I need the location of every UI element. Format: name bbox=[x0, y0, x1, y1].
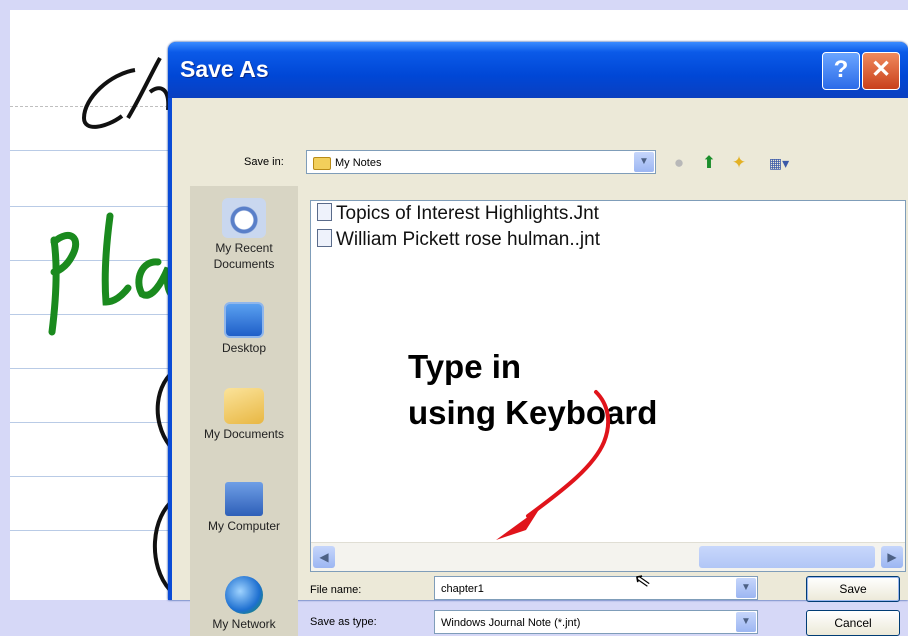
save-as-type-dropdown[interactable]: Windows Journal Note (*.jnt) ▼ bbox=[434, 610, 758, 634]
list-item[interactable]: William Pickett rose hulman..jnt bbox=[317, 229, 600, 251]
places-bar: My Recent Documents Desktop My Documents… bbox=[190, 186, 298, 636]
annotation-line-1: Type in bbox=[408, 348, 522, 385]
place-my-recent-documents[interactable]: My Recent Documents bbox=[190, 198, 298, 272]
my-network-icon bbox=[225, 576, 263, 614]
recent-documents-icon bbox=[222, 198, 266, 238]
place-my-documents[interactable]: My Documents bbox=[190, 388, 298, 442]
chevron-down-icon[interactable]: ▼ bbox=[736, 578, 756, 598]
my-documents-icon bbox=[224, 388, 264, 424]
new-folder-icon[interactable]: ✦ bbox=[728, 152, 750, 174]
cancel-button[interactable]: Cancel bbox=[806, 610, 900, 636]
file-name-value: chapter1 bbox=[441, 583, 484, 595]
save-button[interactable]: Save bbox=[806, 576, 900, 602]
annotation-line-2: using Keyboard bbox=[408, 394, 658, 431]
scroll-right-button[interactable]: ▶ bbox=[881, 546, 903, 568]
my-computer-icon bbox=[225, 482, 263, 516]
place-label: My Documents bbox=[203, 427, 285, 441]
up-folder-icon[interactable]: ⬆ bbox=[698, 152, 720, 174]
save-in-label: Save in: bbox=[244, 156, 284, 168]
views-menu-icon[interactable]: ▦▾ bbox=[762, 152, 796, 174]
file-name-input[interactable]: chapter1 ▼ bbox=[434, 576, 758, 600]
dialog-title: Save As bbox=[180, 56, 269, 82]
place-label: My Computer bbox=[207, 519, 281, 533]
desktop-icon bbox=[224, 302, 264, 338]
close-button[interactable]: ✕ bbox=[862, 52, 900, 90]
save-as-type-value: Windows Journal Note (*.jnt) bbox=[441, 617, 581, 629]
place-desktop[interactable]: Desktop bbox=[190, 302, 298, 356]
scroll-thumb[interactable] bbox=[699, 546, 875, 568]
save-as-type-label: Save as type: bbox=[310, 616, 377, 628]
journal-file-icon bbox=[317, 203, 332, 221]
back-icon[interactable]: ● bbox=[668, 152, 690, 174]
file-name-label: File name: bbox=[310, 584, 362, 596]
list-item[interactable]: Topics of Interest Highlights.Jnt bbox=[317, 203, 599, 225]
folder-icon bbox=[313, 157, 331, 170]
dialog-body: Save in: My Notes ▼ ● ⬆ ✦ ▦▾ My Recent D… bbox=[172, 98, 908, 636]
place-label: My Recent Documents bbox=[213, 241, 275, 271]
place-label: My Network bbox=[212, 617, 276, 631]
file-name: Topics of Interest Highlights.Jnt bbox=[336, 203, 599, 224]
file-name: William Pickett rose hulman..jnt bbox=[336, 229, 600, 250]
place-label: Desktop bbox=[221, 341, 267, 355]
annotation-text: Type in using Keyboard bbox=[408, 344, 657, 436]
save-in-value: My Notes bbox=[335, 157, 382, 169]
horizontal-scrollbar[interactable]: ◀ ▶ bbox=[311, 542, 905, 571]
help-button[interactable]: ? bbox=[822, 52, 860, 90]
place-my-computer[interactable]: My Computer bbox=[190, 482, 298, 534]
place-my-network[interactable]: My Network bbox=[190, 576, 298, 632]
chevron-down-icon[interactable]: ▼ bbox=[634, 152, 654, 172]
chevron-down-icon[interactable]: ▼ bbox=[736, 612, 756, 632]
journal-file-icon bbox=[317, 229, 332, 247]
scroll-left-button[interactable]: ◀ bbox=[313, 546, 335, 568]
save-as-dialog: Save As ? ✕ Save in: My Notes ▼ ● ⬆ ✦ ▦▾… bbox=[168, 42, 908, 636]
title-bar[interactable]: Save As ? ✕ bbox=[168, 42, 908, 98]
save-in-dropdown[interactable]: My Notes ▼ bbox=[306, 150, 656, 174]
